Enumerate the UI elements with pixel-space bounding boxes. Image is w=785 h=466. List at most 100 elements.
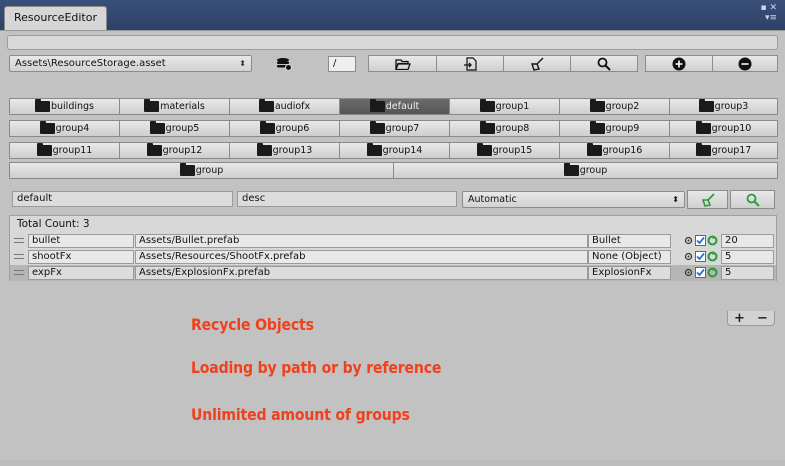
group-tab-group6[interactable]: group6	[229, 120, 340, 137]
group-name-field[interactable]: default	[12, 191, 233, 207]
group-tab-group-b[interactable]: group	[393, 162, 778, 179]
list-item[interactable]: bullet Assets/Bullet.prefab Bullet 20	[10, 233, 776, 249]
list-add-button[interactable]: +	[734, 311, 745, 326]
clean-button[interactable]	[503, 55, 571, 72]
group-tab-group15[interactable]: group15	[449, 142, 560, 159]
group-tab-group9[interactable]: group9	[559, 120, 670, 137]
group-desc-field[interactable]: desc	[237, 191, 457, 207]
folder-icon	[366, 143, 382, 156]
folder-icon	[146, 143, 162, 156]
folder-icon	[256, 143, 272, 156]
group-clean-button[interactable]	[687, 190, 728, 209]
group-tab-group16[interactable]: group16	[559, 142, 670, 159]
recycle-icon[interactable]	[707, 235, 718, 246]
path-field[interactable]: /	[328, 56, 356, 72]
list-add-remove: + −	[727, 311, 775, 326]
checkbox-icon[interactable]	[695, 267, 706, 278]
window-tab[interactable]: ResourceEditor	[4, 6, 107, 30]
group-tab-group1[interactable]: group1	[449, 98, 560, 115]
select-arrow-icon: ⬍	[672, 195, 679, 204]
resource-name-field[interactable]: shootFx	[28, 250, 134, 264]
group-tab-group5[interactable]: group5	[119, 120, 230, 137]
folder-icon	[589, 121, 605, 134]
add-button[interactable]	[645, 55, 713, 72]
asset-path-select[interactable]: Assets\ResourceStorage.asset ⬍	[9, 55, 252, 72]
top-search-bar[interactable]	[7, 35, 778, 50]
open-folder-button[interactable]	[368, 55, 437, 72]
group-tab-default[interactable]: default	[339, 98, 450, 115]
folder-icon	[258, 99, 274, 112]
group-tab-group2[interactable]: group2	[559, 98, 670, 115]
folder-icon	[695, 143, 711, 156]
group-tab-group13[interactable]: group13	[229, 142, 340, 159]
drag-handle-icon[interactable]	[14, 270, 24, 275]
resource-list: Total Count: 3 bullet Assets/Bullet.pref…	[9, 215, 777, 281]
broom-icon	[701, 192, 715, 207]
checkbox-icon[interactable]	[695, 235, 706, 246]
remove-button[interactable]	[712, 55, 778, 72]
resource-name-field[interactable]: expFx	[28, 266, 134, 280]
target-icon[interactable]	[683, 267, 694, 278]
resource-name-field[interactable]: bullet	[28, 234, 134, 248]
drag-handle-icon[interactable]	[14, 254, 24, 259]
window-titlebar: ResourceEditor ▪ ✕ ▾≡	[0, 0, 785, 30]
group-row-3: group11 group12 group13 group14 group15 …	[9, 142, 778, 159]
group-tab-group3[interactable]: group3	[669, 98, 778, 115]
select-arrow-icon: ⬍	[239, 59, 246, 68]
folder-icon	[259, 121, 275, 134]
total-count: Total Count: 3	[17, 218, 90, 230]
pool-count-field[interactable]: 20	[721, 234, 774, 248]
resource-ref-field[interactable]: ExplosionFx	[588, 266, 671, 280]
recycle-icon[interactable]	[707, 251, 718, 262]
resource-path-field[interactable]: Assets/Bullet.prefab	[135, 234, 588, 248]
folder-icon	[695, 121, 711, 134]
resource-path-field[interactable]: Assets/ExplosionFx.prefab	[135, 266, 588, 280]
group-tab-group17[interactable]: group17	[669, 142, 778, 159]
resource-path-field[interactable]: Assets/Resources/ShootFx.prefab	[135, 250, 588, 264]
group-tab-group14[interactable]: group14	[339, 142, 450, 159]
group-tab-group-a[interactable]: group	[9, 162, 394, 179]
list-item[interactable]: shootFx Assets/Resources/ShootFx.prefab …	[10, 249, 776, 265]
folder-icon	[586, 143, 602, 156]
folder-icon	[179, 163, 195, 176]
import-button[interactable]	[436, 55, 504, 72]
load-mode-select[interactable]: Automatic ⬍	[462, 191, 685, 208]
promo-line-3: Unlimited amount of groups	[191, 405, 410, 424]
drag-handle-icon[interactable]	[14, 238, 24, 243]
search-icon	[597, 57, 611, 71]
target-icon[interactable]	[683, 251, 694, 262]
folder-open-icon	[394, 58, 411, 70]
database-add-button[interactable]	[256, 55, 312, 72]
group-tab-group8[interactable]: group8	[449, 120, 560, 137]
group-tab-group12[interactable]: group12	[119, 142, 230, 159]
group-search-button[interactable]	[730, 190, 775, 209]
pool-count-field[interactable]: 5	[721, 250, 774, 264]
group-tab-buildings[interactable]: buildings	[9, 98, 120, 115]
folder-icon	[589, 99, 605, 112]
promo-line-2: Loading by path or by reference	[191, 358, 442, 377]
checkbox-icon[interactable]	[695, 251, 706, 262]
window-controls[interactable]: ▪ ✕ ▾≡	[760, 3, 777, 23]
folder-icon	[34, 99, 50, 112]
load-mode-label: Automatic	[468, 194, 517, 205]
list-remove-button[interactable]: −	[757, 311, 768, 326]
recycle-icon[interactable]	[707, 267, 718, 278]
group-tab-group10[interactable]: group10	[669, 120, 778, 137]
editor-panel: Assets\ResourceStorage.asset ⬍ / buildin…	[0, 30, 785, 466]
add-circle-icon	[672, 57, 686, 70]
database-add-icon	[277, 57, 292, 71]
group-tab-audiofx[interactable]: audiofx	[229, 98, 340, 115]
folder-icon	[479, 99, 495, 112]
group-tab-materials[interactable]: materials	[119, 98, 230, 115]
target-icon[interactable]	[683, 235, 694, 246]
group-tab-group7[interactable]: group7	[339, 120, 450, 137]
folder-icon	[479, 121, 495, 134]
resource-ref-field[interactable]: None (Object)	[588, 250, 671, 264]
group-tab-group4[interactable]: group4	[9, 120, 120, 137]
folder-icon	[563, 163, 579, 176]
group-tab-group11[interactable]: group11	[9, 142, 120, 159]
search-button[interactable]	[570, 55, 638, 72]
resource-ref-field[interactable]: Bullet	[588, 234, 671, 248]
pool-count-field[interactable]: 5	[721, 266, 774, 280]
list-item[interactable]: expFx Assets/ExplosionFx.prefab Explosio…	[10, 265, 776, 281]
